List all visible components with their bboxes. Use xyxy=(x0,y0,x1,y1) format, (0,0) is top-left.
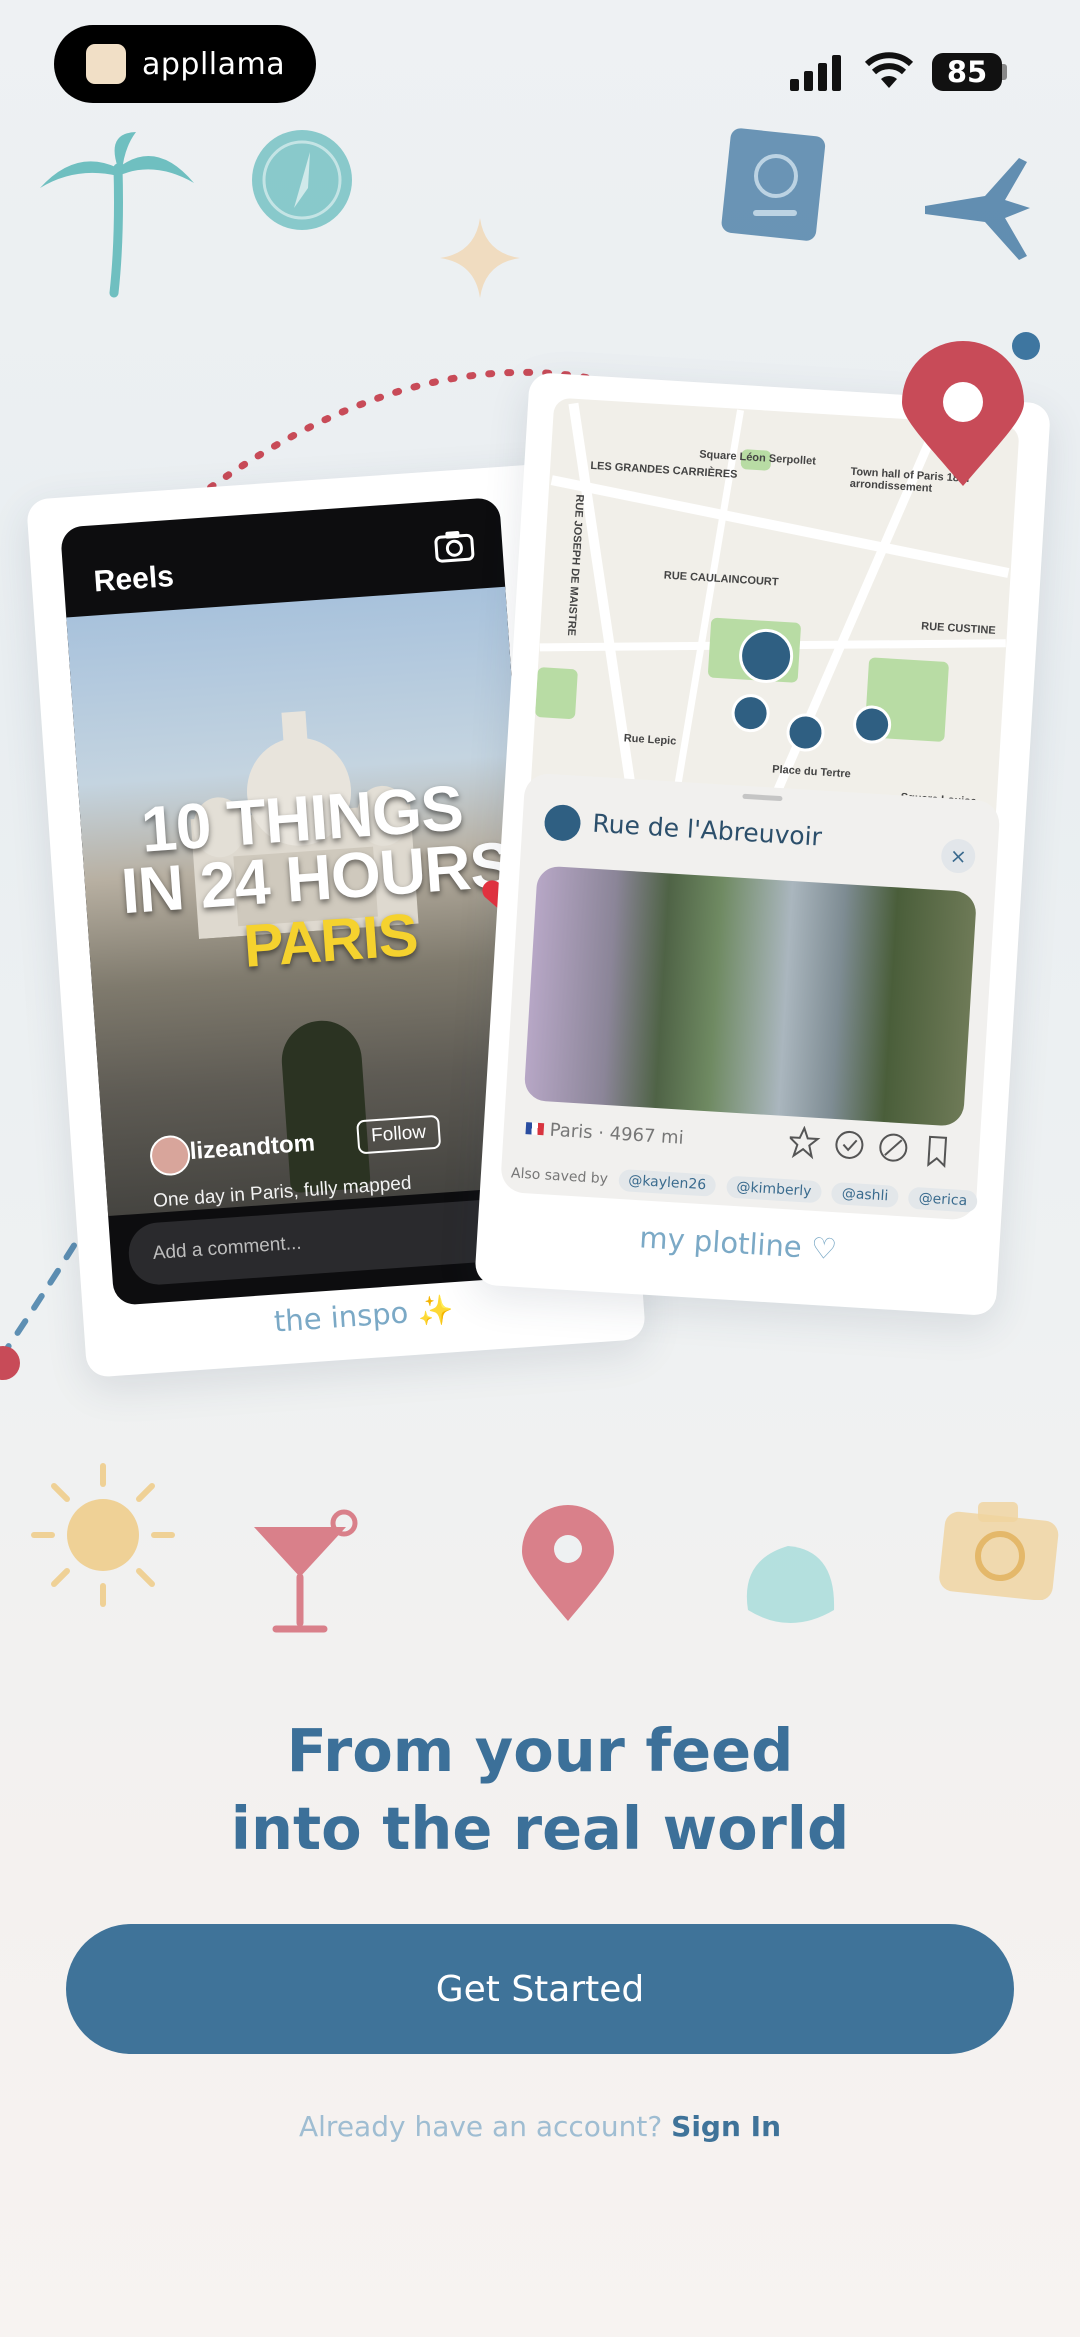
map-label: RUE JOSEPH DE MAISTRE xyxy=(564,493,586,637)
palm-tree-icon xyxy=(40,132,194,298)
onboarding-headline: From your feed into the real world xyxy=(0,1712,1080,1868)
signin-prompt: Already have an account? xyxy=(298,2110,663,2143)
follow-button[interactable]: Follow xyxy=(356,1114,442,1155)
headline-line1: From your feed xyxy=(286,1716,794,1785)
wifi-icon xyxy=(864,52,914,88)
reel-video-frame[interactable]: 10 THINGS IN 24 HOURS PARIS xyxy=(66,586,548,1217)
flag-icon xyxy=(525,1122,545,1136)
reel-headline-line3: PARIS xyxy=(241,900,420,980)
cocktail-icon xyxy=(254,1509,358,1633)
signal-icon xyxy=(790,55,841,91)
saved-by-row: Also saved by @kaylen26 @kimberly @ashli… xyxy=(510,1162,978,1213)
location-pin-icon xyxy=(902,341,1024,486)
drag-handle[interactable] xyxy=(742,793,783,802)
saved-by-chip[interactable]: @ashli xyxy=(831,1181,899,1209)
battery-indicator: 85 xyxy=(932,53,1002,91)
place-sheet[interactable]: Rue de l'Abreuvoir × Paris · 4967 mi Als… xyxy=(499,772,1001,1221)
place-location: Paris xyxy=(549,1119,594,1144)
sign-in-link[interactable]: Sign In xyxy=(671,2110,781,2143)
map-label: LES GRANDES CARRIÈRES xyxy=(590,459,738,481)
bookmark-icon[interactable] xyxy=(927,1135,948,1169)
place-photo xyxy=(523,865,978,1127)
place-title: Rue de l'Abreuvoir xyxy=(591,808,823,852)
close-button[interactable]: × xyxy=(940,838,977,875)
app-name: appllama xyxy=(142,46,286,82)
signin-row: Already have an account? Sign In xyxy=(0,2110,1080,2143)
saved-by-chip[interactable]: @erica xyxy=(908,1186,978,1213)
reels-title: Reels xyxy=(92,559,175,599)
sun-icon xyxy=(31,1463,175,1607)
map-pin-icon[interactable] xyxy=(730,692,771,734)
check-icon[interactable] xyxy=(835,1130,864,1159)
map-label: Rue Lepic xyxy=(623,732,677,748)
place-meta: Paris · 4967 mi xyxy=(525,1118,684,1149)
person-figure xyxy=(279,1018,371,1194)
saved-by-label: Also saved by xyxy=(510,1165,609,1188)
sparkle-icon xyxy=(440,218,520,298)
binoculars-icon xyxy=(543,803,582,842)
battery-tip xyxy=(1002,64,1007,80)
decor-dot xyxy=(1012,332,1040,360)
place-distance: 4967 mi xyxy=(609,1123,685,1149)
camera-icon[interactable] xyxy=(433,529,475,564)
saved-by-chip[interactable]: @kimberly xyxy=(725,1175,823,1204)
plotline-label: my plotline ♡ xyxy=(638,1220,838,1267)
shell-icon xyxy=(746,1546,835,1623)
passport-icon xyxy=(721,128,826,241)
star-icon[interactable] xyxy=(788,1125,821,1160)
airplane-icon xyxy=(925,158,1030,260)
map-label: RUE CAULAINCOURT xyxy=(663,569,779,589)
llama-logo-icon xyxy=(86,44,126,84)
get-started-button[interactable]: Get Started xyxy=(66,1924,1014,2054)
app-badge: appllama xyxy=(54,25,316,103)
saved-by-chip[interactable]: @kaylen26 xyxy=(617,1168,717,1197)
headline-line2: into the real world xyxy=(230,1794,850,1863)
camera-icon xyxy=(939,1502,1059,1600)
location-pin-icon xyxy=(522,1505,614,1621)
skip-icon[interactable] xyxy=(879,1133,908,1162)
place-actions xyxy=(788,1125,948,1169)
compass-icon xyxy=(252,130,352,230)
map-label: RUE CUSTINE xyxy=(920,620,996,637)
plotline-card[interactable]: Square Léon Serpollet LES GRANDES CARRIÈ… xyxy=(474,372,1052,1317)
